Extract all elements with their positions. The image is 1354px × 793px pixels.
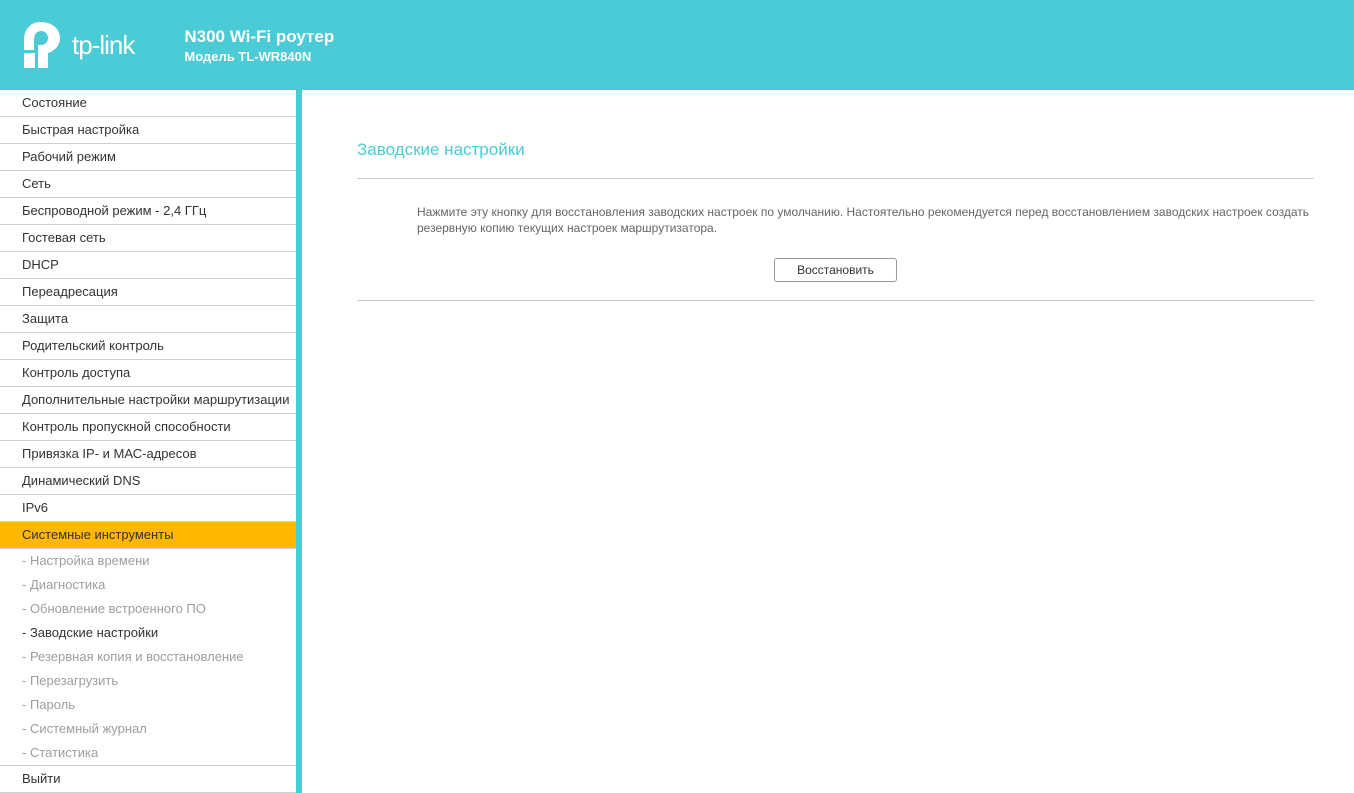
nav-operation-mode[interactable]: Рабочий режим [0, 144, 296, 171]
header: tp-link N300 Wi-Fi роутер Модель TL-WR84… [0, 0, 1354, 90]
nav-security[interactable]: Защита [0, 306, 296, 333]
nav-sub-firmware[interactable]: - Обновление встроенного ПО [0, 597, 296, 621]
nav-sub-time[interactable]: - Настройка времени [0, 549, 296, 573]
nav-quick-setup[interactable]: Быстрая настройка [0, 117, 296, 144]
nav-system-tools[interactable]: Системные инструменты [0, 522, 296, 549]
nav-guest-network[interactable]: Гостевая сеть [0, 225, 296, 252]
logo: tp-link [20, 20, 134, 70]
restore-button[interactable]: Восстановить [774, 258, 897, 282]
nav-sub-backup-restore[interactable]: - Резервная копия и восстановление [0, 645, 296, 669]
nav-bandwidth[interactable]: Контроль пропускной способности [0, 414, 296, 441]
logo-text: tp-link [72, 30, 134, 61]
nav-sub-syslog[interactable]: - Системный журнал [0, 717, 296, 741]
nav-dhcp[interactable]: DHCP [0, 252, 296, 279]
nav-logout[interactable]: Выйти [0, 765, 296, 793]
nav-access-control[interactable]: Контроль доступа [0, 360, 296, 387]
header-model: Модель TL-WR840N [184, 49, 334, 64]
header-info: N300 Wi-Fi роутер Модель TL-WR840N [184, 27, 334, 64]
nav-status[interactable]: Состояние [0, 90, 296, 117]
nav-sub-diagnostics[interactable]: - Диагностика [0, 573, 296, 597]
sidebar: Состояние Быстрая настройка Рабочий режи… [0, 90, 302, 793]
nav-wireless[interactable]: Беспроводной режим - 2,4 ГГц [0, 198, 296, 225]
button-row: Восстановить [357, 258, 1314, 282]
content: Заводские настройки Нажмите эту кнопку д… [317, 90, 1354, 793]
nav-forwarding[interactable]: Переадресация [0, 279, 296, 306]
divider-bottom [357, 300, 1314, 301]
nav-sub-password[interactable]: - Пароль [0, 693, 296, 717]
nav-ddns[interactable]: Динамический DNS [0, 468, 296, 495]
nav-routing[interactable]: Дополнительные настройки маршрутизации [0, 387, 296, 414]
header-product-title: N300 Wi-Fi роутер [184, 27, 334, 47]
instruction-text: Нажмите эту кнопку для восстановления за… [417, 204, 1314, 236]
nav-sub-reboot[interactable]: - Перезагрузить [0, 669, 296, 693]
page-title: Заводские настройки [357, 140, 1314, 160]
nav-ip-mac-binding[interactable]: Привязка IP- и МАС-адресов [0, 441, 296, 468]
nav-network[interactable]: Сеть [0, 171, 296, 198]
divider-top [357, 178, 1314, 179]
nav-ipv6[interactable]: IPv6 [0, 495, 296, 522]
tp-link-logo-icon [20, 20, 62, 70]
nav-parental-control[interactable]: Родительский контроль [0, 333, 296, 360]
nav-sub-factory-defaults[interactable]: - Заводские настройки [0, 621, 296, 645]
nav-sub-statistics[interactable]: - Статистика [0, 741, 296, 765]
container: Состояние Быстрая настройка Рабочий режи… [0, 90, 1354, 793]
